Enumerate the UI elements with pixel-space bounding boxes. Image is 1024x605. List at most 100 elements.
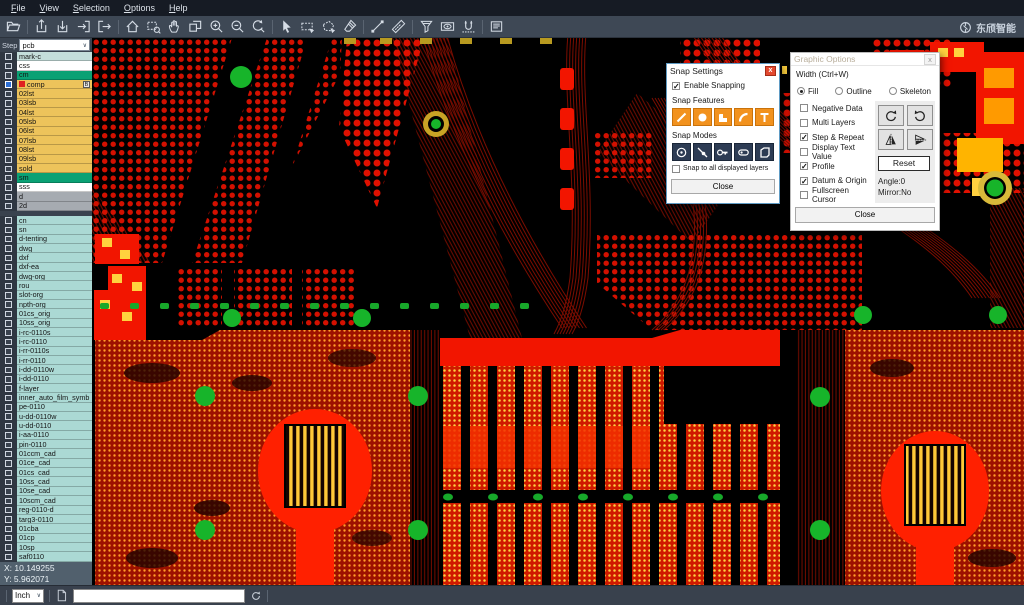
layer-cell[interactable]: pin-0110 — [17, 440, 92, 449]
layer-visibility-checkbox[interactable] — [0, 421, 17, 430]
layer-row[interactable]: sn — [0, 225, 92, 234]
layer-cell[interactable]: sm — [17, 173, 92, 182]
layer-visibility-checkbox[interactable] — [0, 393, 17, 402]
snap-close-button[interactable]: Close — [671, 179, 775, 194]
layer-cell[interactable]: u-dd-0110 — [17, 421, 92, 430]
layer-visibility-checkbox[interactable] — [0, 496, 17, 505]
checkbox[interactable] — [800, 162, 808, 170]
checkbox[interactable] — [800, 191, 808, 199]
layer-row[interactable]: 01cba — [0, 524, 92, 533]
layer-visibility-checkbox[interactable] — [0, 216, 17, 225]
snap-feature-pad-button[interactable] — [693, 108, 712, 126]
layer-cell[interactable]: 2d — [17, 202, 92, 211]
layer-row[interactable]: sss — [0, 183, 92, 192]
snap-mode-key-button[interactable] — [714, 143, 733, 161]
layer-visibility-checkbox[interactable] — [0, 356, 17, 365]
close-icon[interactable]: x — [924, 54, 936, 65]
rect-select-button[interactable] — [297, 17, 318, 36]
layer-row[interactable]: 01ce_cad — [0, 459, 92, 468]
layer-cell[interactable]: cn — [17, 216, 92, 225]
layer-row[interactable]: i-rr-0110 — [0, 356, 92, 365]
layer-row[interactable]: slot-org — [0, 291, 92, 300]
layer-row[interactable]: 10scm_cad — [0, 496, 92, 505]
layer-visibility-checkbox[interactable] — [0, 192, 17, 201]
layer-visibility-checkbox[interactable] — [0, 145, 17, 154]
layer-cell[interactable]: inner_auto_film_symb — [17, 393, 92, 402]
layer-row[interactable]: 10ss_cad — [0, 477, 92, 486]
layer-visibility-checkbox[interactable] — [0, 71, 17, 80]
layer-row[interactable]: cm — [0, 71, 92, 80]
highlight-eye-button[interactable] — [437, 17, 458, 36]
layer-row[interactable]: dwg — [0, 244, 92, 253]
zoom-in-button[interactable] — [206, 17, 227, 36]
layer-cell[interactable]: 07lsb — [17, 136, 92, 145]
layer-cell[interactable]: 01ccm_cad — [17, 449, 92, 458]
layer-row[interactable]: d — [0, 192, 92, 201]
layer-row[interactable]: 02lst — [0, 89, 92, 98]
layer-row[interactable]: 09lsb — [0, 155, 92, 164]
snap-magnet-button[interactable] — [458, 17, 479, 36]
pcb-viewport[interactable]: Snap Settings x Enable Snapping Snap Fea… — [92, 38, 1024, 585]
layer-cell[interactable]: 10scm_cad — [17, 496, 92, 505]
layer-visibility-checkbox[interactable] — [0, 506, 17, 515]
checkbox[interactable] — [800, 104, 808, 112]
layer-visibility-checkbox[interactable] — [0, 365, 17, 374]
layer-row[interactable]: 10sp — [0, 543, 92, 552]
layer-visibility-checkbox[interactable] — [0, 235, 17, 244]
layer-visibility-checkbox[interactable] — [0, 319, 17, 328]
layer-visibility-checkbox[interactable] — [0, 477, 17, 486]
pan-button[interactable] — [164, 17, 185, 36]
layer-row[interactable]: 06lst — [0, 127, 92, 136]
import-button[interactable] — [31, 17, 52, 36]
layer-visibility-checkbox[interactable] — [0, 89, 17, 98]
layer-visibility-checkbox[interactable] — [0, 108, 17, 117]
layer-row[interactable]: i-aa-0110 — [0, 431, 92, 440]
layer-visibility-checkbox[interactable] — [0, 337, 17, 346]
layer-cell[interactable]: compB — [17, 80, 92, 89]
home-view-button[interactable] — [122, 17, 143, 36]
layer-visibility-checkbox[interactable] — [0, 61, 17, 70]
layer-cell[interactable]: mark-c — [17, 52, 92, 61]
rotate-cw-button[interactable] — [878, 105, 904, 126]
layer-cell[interactable]: dxf-ea — [17, 263, 92, 272]
snap-feature-line-button[interactable] — [672, 108, 691, 126]
layer-visibility-checkbox[interactable] — [0, 468, 17, 477]
layer-visibility-checkbox[interactable] — [0, 543, 17, 552]
graphic-close-button[interactable]: Close — [795, 207, 935, 223]
layer-visibility-checkbox[interactable] — [0, 375, 17, 384]
layer-visibility-checkbox[interactable] — [0, 291, 17, 300]
snap-mode-closest-point-button[interactable] — [693, 143, 712, 161]
layer-cell[interactable]: i-aa-0110 — [17, 431, 92, 440]
layer-visibility-checkbox[interactable] — [0, 300, 17, 309]
refresh-icon[interactable] — [250, 590, 262, 602]
layer-visibility-checkbox[interactable] — [0, 183, 17, 192]
snap-mode-slot-button[interactable] — [734, 143, 753, 161]
layer-visibility-checkbox[interactable] — [0, 263, 17, 272]
option-fullscreen-cursor[interactable]: Fullscreen Cursor — [795, 188, 873, 203]
radio-skeleton[interactable]: Skeleton — [889, 87, 931, 96]
layer-cell[interactable]: i-dd-0110 — [17, 375, 92, 384]
layer-cell[interactable]: sn — [17, 225, 92, 234]
layer-cell[interactable]: i-rr-0110 — [17, 356, 92, 365]
layer-cell[interactable]: reg-0110-d — [17, 506, 92, 515]
layer-row[interactable]: i-rc-0110s — [0, 328, 92, 337]
layer-row[interactable]: 10se_cad — [0, 487, 92, 496]
layer-row[interactable]: 08lst — [0, 145, 92, 154]
layer-visibility-checkbox[interactable] — [0, 272, 17, 281]
layer-row[interactable]: f-layer — [0, 384, 92, 393]
graphic-dialog-titlebar[interactable]: Graphic Options x — [791, 53, 939, 66]
load-in-button[interactable] — [73, 17, 94, 36]
layer-row[interactable]: saf0110 — [0, 552, 92, 561]
layer-visibility-checkbox[interactable] — [0, 328, 17, 337]
checkbox[interactable] — [672, 165, 680, 173]
layer-row[interactable]: pin-0110 — [0, 440, 92, 449]
layer-row[interactable]: targ3-0110 — [0, 515, 92, 524]
command-input[interactable] — [73, 589, 245, 603]
snap-feature-text-button[interactable] — [755, 108, 774, 126]
layer-cell[interactable]: 10se_cad — [17, 487, 92, 496]
layer-row[interactable]: sold — [0, 164, 92, 173]
layer-row[interactable]: 01cp — [0, 534, 92, 543]
mirror-vertical-button[interactable] — [907, 129, 933, 150]
menu-file[interactable]: File — [4, 0, 33, 16]
rotate-ccw-button[interactable] — [907, 105, 933, 126]
